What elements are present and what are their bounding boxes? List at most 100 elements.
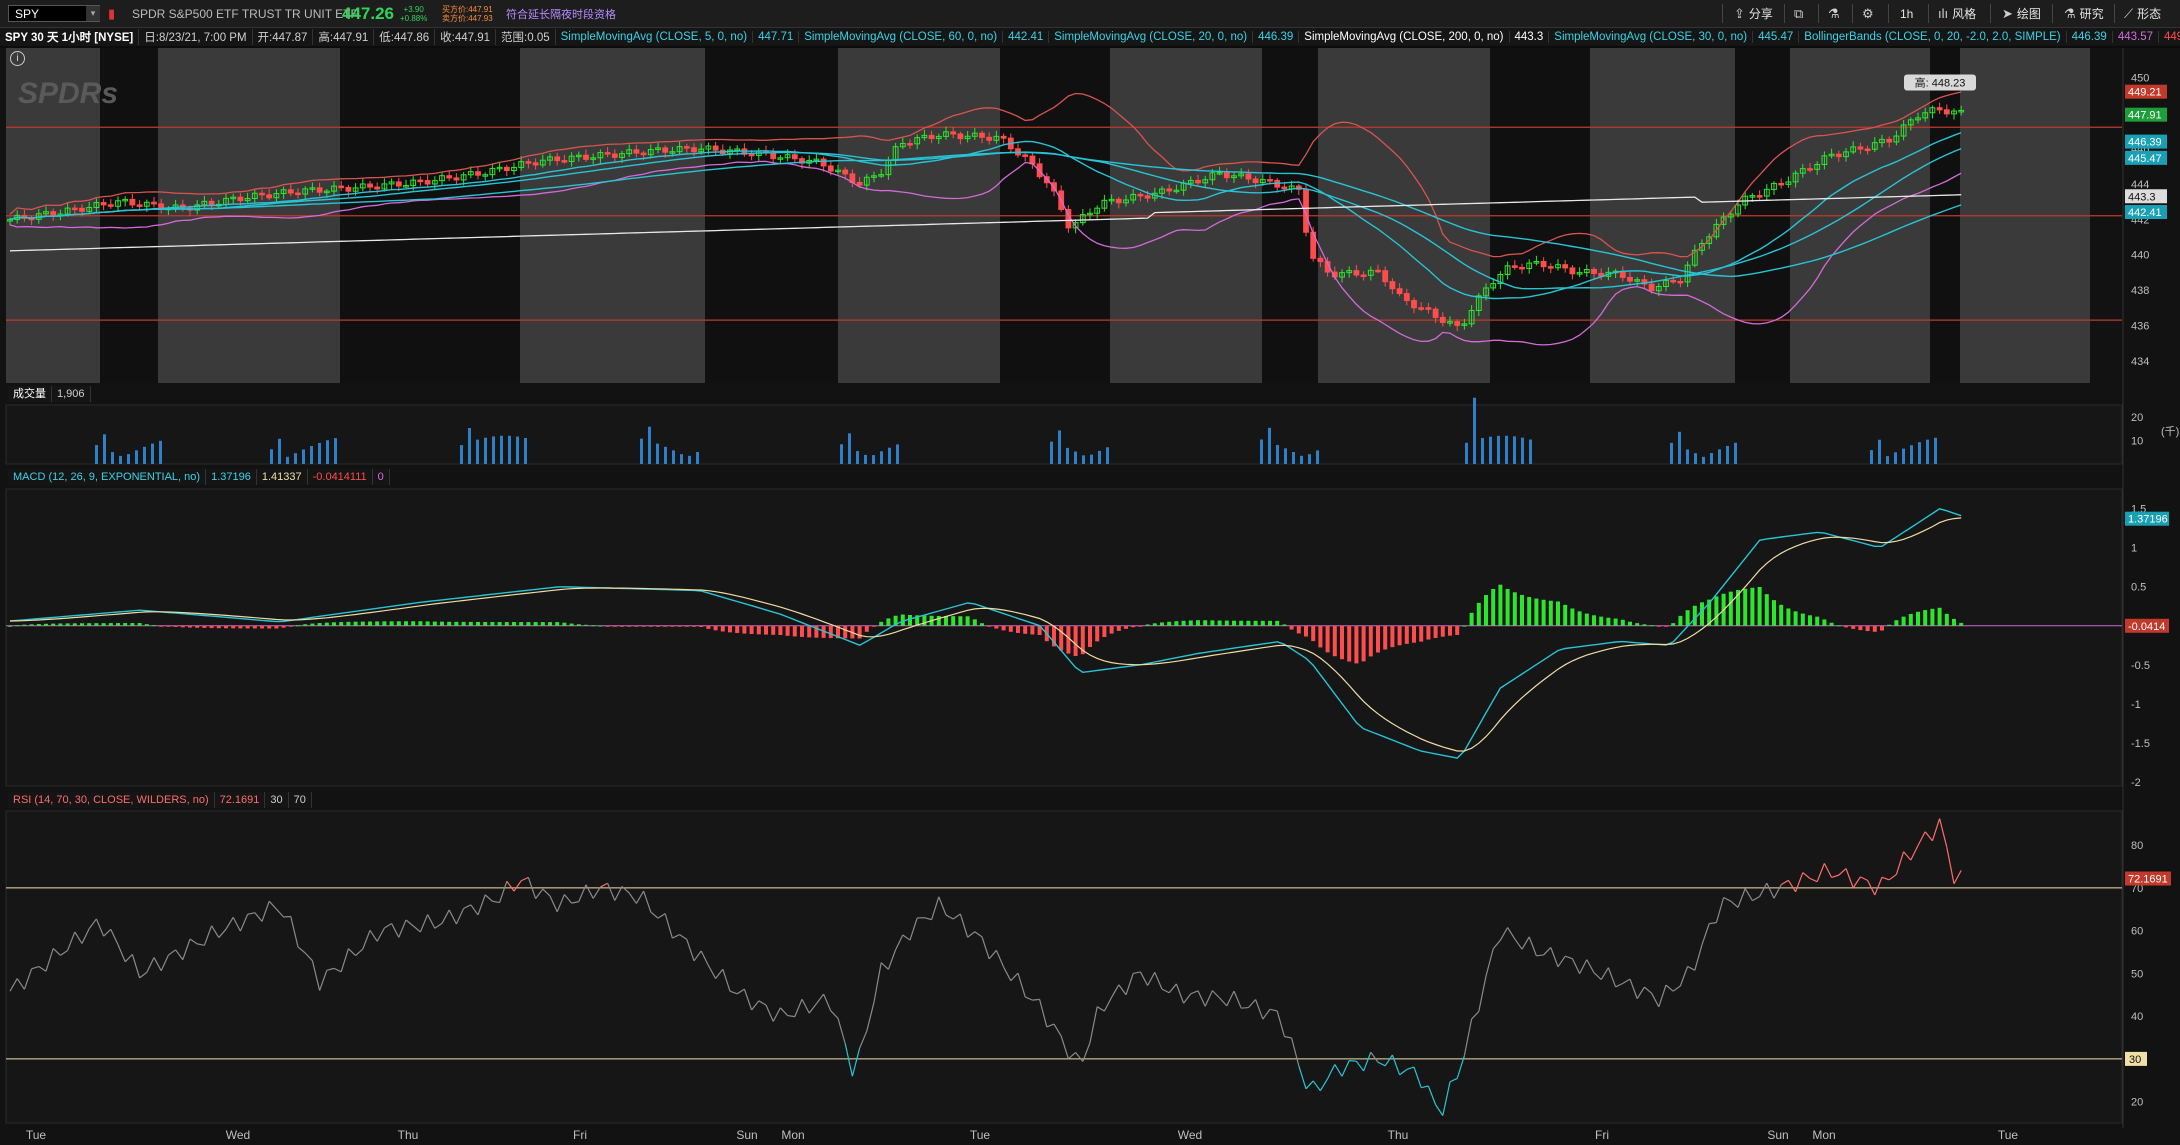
- macd-histogram-bar: [1275, 620, 1280, 626]
- macd-histogram-bar: [1635, 623, 1640, 626]
- study-bollinger[interactable]: BollingerBands (CLOSE, 0, 20, -2.0, 2.0,…: [1799, 31, 2067, 43]
- price-tag-text: 442.41: [2128, 207, 2162, 219]
- macd-histogram-bar: [1894, 620, 1899, 626]
- macd-histogram-bar: [1260, 620, 1265, 626]
- symbol-dropdown-icon[interactable]: ▾: [86, 6, 100, 21]
- volume-value: 1,906: [52, 386, 91, 402]
- macd-histogram-bar: [260, 625, 264, 629]
- macd-histogram-bar: [252, 625, 257, 629]
- settings-button[interactable]: ⚙: [1856, 3, 1880, 24]
- macd-histogram-bar: [1685, 610, 1690, 626]
- macd-histogram-bar: [1397, 625, 1402, 646]
- volume-bar: [508, 435, 511, 464]
- macd-histogram-bar: [533, 622, 538, 626]
- volume-bar: [1726, 445, 1729, 464]
- alert-icon[interactable]: ▮: [108, 0, 115, 27]
- macd-histogram-bar: [1239, 620, 1244, 626]
- macd-histogram-bar: [130, 623, 135, 626]
- price-tick: 436: [2131, 320, 2149, 332]
- study-sma5[interactable]: SimpleMovingAvg (CLOSE, 5, 0, no): [556, 31, 754, 43]
- macd-histogram-bar: [29, 624, 34, 626]
- chart-area[interactable]: SPDRs 高: 448.23 450448446444442440438436…: [0, 48, 2180, 1145]
- style-icon: ılı: [1938, 6, 1949, 21]
- candle-body: [1375, 269, 1381, 273]
- candle-body: [1756, 195, 1763, 198]
- macd-histogram-bar: [1059, 625, 1064, 651]
- volume-bar: [1878, 439, 1881, 464]
- study-sma200[interactable]: SimpleMovingAvg (CLOSE, 200, 0, no): [1299, 31, 1510, 43]
- candle-body: [1389, 281, 1396, 290]
- x-axis-label: Tue: [970, 1128, 991, 1142]
- study-sma20[interactable]: SimpleMovingAvg (CLOSE, 20, 0, no): [1049, 31, 1254, 43]
- candle-body: [1454, 321, 1461, 326]
- candle-body: [1778, 182, 1785, 186]
- flask-button[interactable]: ⚗: [1822, 3, 1846, 24]
- macd-tag-text: 1.37196: [2128, 514, 2168, 526]
- macd-histogram-bar: [1008, 625, 1013, 632]
- drawing-button[interactable]: ➤ 绘图: [1996, 3, 2047, 24]
- macd-histogram-bar: [1095, 625, 1100, 642]
- rsi-tick: 80: [2131, 840, 2143, 852]
- rsi-segment: [1241, 1006, 1249, 1009]
- volume-bar: [672, 450, 675, 464]
- volume-bar: [1082, 455, 1085, 464]
- rsi-label[interactable]: RSI (14, 70, 30, CLOSE, WILDERS, no): [8, 792, 215, 808]
- ext-hours-notice[interactable]: 符合延长隔夜时段资格: [506, 0, 616, 27]
- volume-bar: [1694, 453, 1697, 464]
- bar-range: 范围:0.05: [496, 29, 556, 45]
- rsi-oversold-tag-text: 30: [2129, 1054, 2141, 1066]
- candle-body: [208, 200, 215, 206]
- layout-button[interactable]: ⧉: [1788, 3, 1809, 24]
- macd-histogram-bar: [663, 625, 668, 627]
- patterns-button[interactable]: ⟋ 形态: [2118, 3, 2167, 24]
- interval-button[interactable]: 1h: [1894, 3, 1919, 24]
- style-button[interactable]: ılı 风格: [1932, 3, 1982, 24]
- volume-bar: [1926, 439, 1929, 464]
- macd-histogram-bar: [1332, 625, 1337, 657]
- macd-histogram-bar: [231, 625, 236, 629]
- volume-bar: [468, 427, 471, 464]
- macd-histogram-bar: [8, 625, 12, 627]
- macd-histogram-bar: [1930, 608, 1935, 626]
- macd-histogram-bar: [72, 623, 77, 626]
- info-icon[interactable]: i: [10, 51, 25, 66]
- macd-histogram-bar: [756, 625, 761, 635]
- candle-body: [151, 201, 157, 205]
- macd-tick: -1.5: [2131, 738, 2150, 750]
- macd-histogram-bar: [51, 623, 56, 626]
- studies-button[interactable]: ⚗ 研究: [2058, 3, 2110, 24]
- candle-body: [259, 192, 265, 196]
- macd-label[interactable]: MACD (12, 26, 9, EXPONENTIAL, no): [8, 469, 207, 485]
- candle-body: [683, 146, 690, 149]
- study-sma30[interactable]: SimpleMovingAvg (CLOSE, 30, 0, no): [1549, 31, 1754, 43]
- candle-body: [424, 180, 431, 185]
- macd-histogram-bar: [173, 625, 178, 627]
- macd-histogram-bar: [1217, 620, 1222, 626]
- volume-bar: [516, 436, 519, 464]
- rsi-value: 72.1691: [214, 792, 266, 808]
- macd-histogram-bar: [425, 621, 430, 626]
- candle-body: [1000, 135, 1007, 139]
- price-tag-text: 447.91: [2128, 110, 2162, 122]
- volume-bar: [1686, 449, 1689, 464]
- volume-bar: [856, 451, 859, 464]
- macd-histogram-bar: [857, 625, 862, 639]
- macd-histogram-bar: [281, 625, 286, 628]
- candle-body: [748, 153, 755, 157]
- candle-body: [475, 171, 481, 176]
- macd-histogram-bar: [1851, 625, 1856, 629]
- macd-histogram-bar: [735, 625, 740, 634]
- share-button[interactable]: ⇪ 分享: [1728, 3, 1779, 24]
- x-axis-label: Fri: [1595, 1128, 1609, 1142]
- candle-body: [1195, 179, 1201, 184]
- volume-bar: [872, 455, 875, 464]
- volume-bar: [1300, 455, 1303, 464]
- candle-body: [1353, 270, 1360, 276]
- study-sma60[interactable]: SimpleMovingAvg (CLOSE, 60, 0, no): [799, 31, 1004, 43]
- macd-histogram-bar: [1109, 625, 1114, 634]
- macd-histogram-bar: [828, 625, 833, 639]
- macd-histogram-bar: [598, 625, 603, 627]
- macd-histogram-bar: [65, 623, 70, 626]
- volume-label[interactable]: 成交量: [8, 386, 52, 402]
- volume-bar: [648, 426, 651, 464]
